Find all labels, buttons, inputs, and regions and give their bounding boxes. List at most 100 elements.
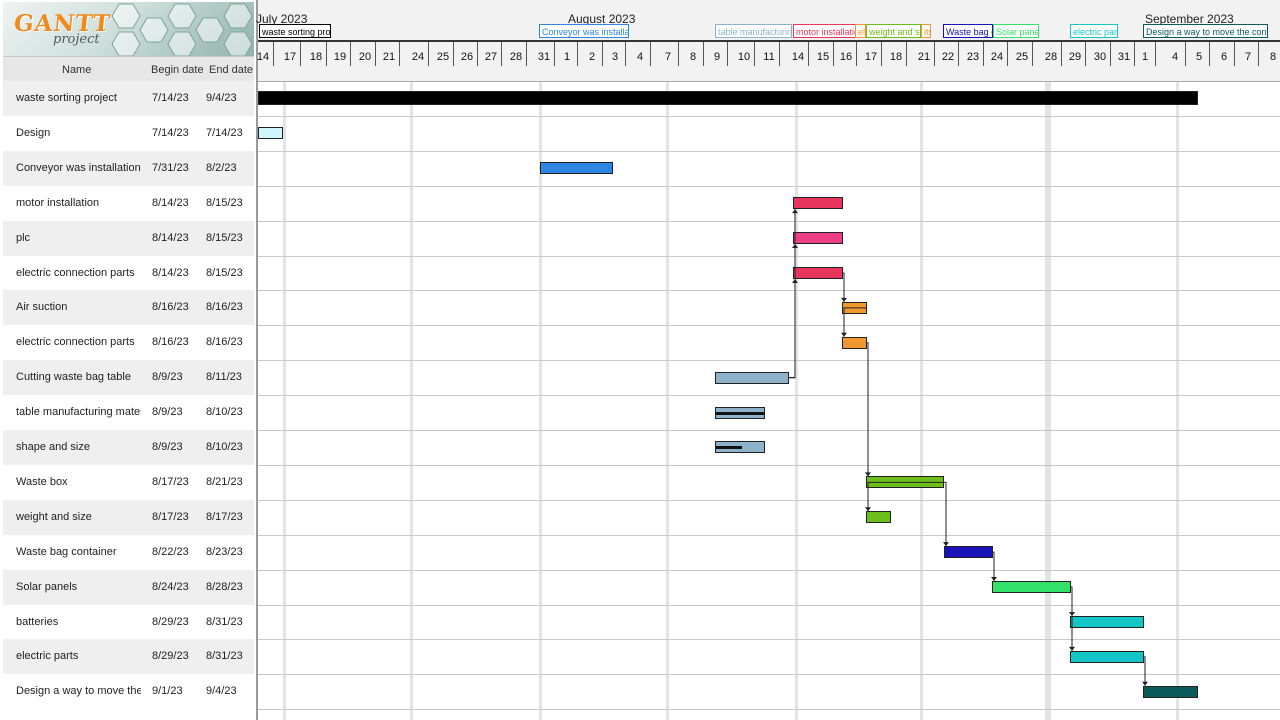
column-header-end-date[interactable]: End date bbox=[209, 64, 253, 76]
task-row[interactable]: batteries 8/29/23 8/31/23 bbox=[3, 605, 254, 640]
task-end-cell: 8/11/23 bbox=[206, 371, 242, 384]
task-begin-cell: 8/17/23 bbox=[152, 510, 189, 523]
column-header-row: Name Begin date End date bbox=[3, 56, 254, 83]
task-begin-cell: 8/14/23 bbox=[152, 266, 189, 279]
task-name-cell: Design bbox=[16, 126, 51, 139]
task-name-cell: Design a way to move the co... bbox=[16, 685, 141, 698]
task-begin-cell: 8/29/23 bbox=[152, 615, 189, 628]
task-begin-cell: 7/14/23 bbox=[152, 126, 189, 139]
dependency-links bbox=[789, 209, 1148, 686]
hexagon-pattern-icon bbox=[111, 3, 253, 56]
task-end-cell: 8/28/23 bbox=[206, 580, 243, 593]
task-name-cell: Waste bag container bbox=[16, 545, 117, 558]
task-begin-cell: 8/16/23 bbox=[152, 336, 189, 349]
task-name-cell: Solar panels bbox=[16, 580, 78, 593]
task-end-cell: 8/15/23 bbox=[206, 196, 243, 209]
task-row[interactable]: Cutting waste bag table 8/9/23 8/11/23 bbox=[3, 360, 254, 396]
logo-subtitle: project bbox=[53, 32, 100, 47]
task-begin-cell: 7/31/23 bbox=[152, 161, 189, 174]
task-begin-cell: 7/14/23 bbox=[152, 92, 189, 104]
column-header-begin-date[interactable]: Begin date bbox=[151, 64, 204, 76]
task-row[interactable]: Conveyor was installation 7/31/23 8/2/23 bbox=[3, 150, 254, 186]
dependency-arrowhead bbox=[865, 472, 871, 477]
task-name-cell: Waste box bbox=[16, 475, 68, 488]
dependency-link[interactable] bbox=[993, 551, 995, 582]
task-row[interactable]: weight and size 8/17/23 8/17/23 bbox=[3, 499, 254, 535]
task-end-cell: 8/31/23 bbox=[206, 615, 243, 628]
task-name-cell: waste sorting project bbox=[16, 92, 117, 104]
task-end-cell: 8/10/23 bbox=[206, 406, 243, 419]
task-begin-cell: 8/9/23 bbox=[152, 406, 183, 419]
column-header-name[interactable]: Name bbox=[62, 64, 91, 76]
dependency-link[interactable] bbox=[944, 481, 947, 547]
dependency-link[interactable] bbox=[789, 278, 796, 379]
task-row[interactable]: Design a way to move the co... 9/1/23 9/4/… bbox=[3, 674, 254, 709]
task-begin-cell: 8/22/23 bbox=[152, 545, 189, 558]
task-row[interactable]: Waste box 8/17/23 8/21/23 bbox=[3, 465, 254, 500]
dependency-arrowhead bbox=[943, 542, 949, 547]
dependency-link[interactable] bbox=[1071, 586, 1073, 651]
dependency-link[interactable] bbox=[867, 481, 944, 512]
task-table: GANTT project Name Begin date End date w… bbox=[0, 0, 256, 720]
task-row[interactable]: shape and size 8/9/23 8/10/23 bbox=[3, 430, 254, 465]
dependency-link[interactable] bbox=[843, 272, 845, 302]
task-name-cell: Cutting waste bag table bbox=[16, 371, 131, 384]
task-row[interactable]: plc 8/14/23 8/15/23 bbox=[3, 220, 254, 256]
dependency-link[interactable] bbox=[789, 244, 796, 379]
task-name-cell: shape and size bbox=[16, 441, 90, 453]
dependency-arrowhead bbox=[841, 297, 847, 302]
dependency-arrowhead bbox=[792, 209, 798, 214]
task-end-cell: 8/15/23 bbox=[206, 231, 243, 244]
task-begin-cell: 8/16/23 bbox=[152, 301, 189, 314]
dependency-arrowhead bbox=[841, 332, 847, 337]
task-row[interactable]: Waste bag container 8/22/23 8/23/23 bbox=[3, 535, 254, 570]
task-name-cell: weight and size bbox=[16, 510, 92, 523]
task-end-cell: 8/16/23 bbox=[206, 301, 243, 314]
task-end-cell: 7/14/23 bbox=[206, 126, 243, 139]
task-row[interactable]: table manufacturing materials 8/9/23 8/10/… bbox=[3, 395, 254, 430]
dependency-arrowhead bbox=[1069, 646, 1075, 651]
task-name-cell: motor installation bbox=[16, 196, 100, 209]
ganttproject-logo: GANTT project bbox=[3, 2, 254, 56]
dependency-arrowhead bbox=[792, 278, 798, 283]
task-name-cell: batteries bbox=[16, 615, 59, 628]
dependency-arrowhead bbox=[792, 244, 798, 249]
dependency-arrowhead bbox=[991, 577, 997, 582]
task-begin-cell: 8/9/23 bbox=[152, 371, 183, 384]
task-end-cell: 9/4/23 bbox=[206, 92, 237, 104]
dependency-link[interactable] bbox=[867, 342, 869, 477]
dependency-link[interactable] bbox=[789, 209, 796, 379]
task-name-cell: Air suction bbox=[16, 301, 68, 314]
task-begin-cell: 8/9/23 bbox=[152, 441, 183, 453]
task-row[interactable]: electric connection parts 8/16/23 8/16/23 bbox=[3, 325, 254, 360]
task-end-cell: 8/31/23 bbox=[206, 650, 243, 663]
task-end-cell: 9/4/23 bbox=[206, 685, 237, 698]
task-end-cell: 8/17/23 bbox=[206, 510, 243, 523]
task-row[interactable]: waste sorting project 7/14/23 9/4/23 bbox=[3, 81, 254, 116]
task-row[interactable]: Solar panels 8/24/23 8/28/23 bbox=[3, 569, 254, 605]
dependency-arrowhead bbox=[1142, 681, 1148, 686]
task-name-cell: table manufacturing materials bbox=[16, 406, 141, 419]
dependency-link[interactable] bbox=[843, 307, 867, 337]
task-row[interactable]: Air suction 8/16/23 8/16/23 bbox=[3, 290, 254, 326]
task-end-cell: 8/23/23 bbox=[206, 545, 243, 558]
task-end-cell: 8/2/23 bbox=[206, 161, 237, 174]
gantt-chart: July 2023 August 2023 September 2023 14 17 18… bbox=[256, 0, 1280, 720]
task-begin-cell: 8/29/23 bbox=[152, 650, 189, 663]
task-begin-cell: 8/17/23 bbox=[152, 475, 189, 488]
task-end-cell: 8/21/23 bbox=[206, 475, 243, 488]
task-name-cell: electric parts bbox=[16, 650, 79, 663]
task-name-cell: Conveyor was installation bbox=[16, 161, 141, 174]
task-row[interactable]: motor installation 8/14/23 8/15/23 bbox=[3, 186, 254, 221]
task-name-cell: plc bbox=[16, 231, 31, 244]
task-row[interactable]: electric parts 8/29/23 8/31/23 bbox=[3, 639, 254, 675]
task-begin-cell: 8/14/23 bbox=[152, 196, 189, 209]
task-begin-cell: 8/24/23 bbox=[152, 580, 189, 593]
task-row[interactable]: Design 7/14/23 7/14/23 bbox=[3, 116, 254, 151]
task-row[interactable]: electric connection parts 8/14/23 8/15/23 bbox=[3, 256, 254, 291]
task-begin-cell: 8/14/23 bbox=[152, 231, 189, 244]
dependency-link[interactable] bbox=[1144, 656, 1146, 686]
task-name-cell: electric connection parts bbox=[16, 266, 135, 279]
task-end-cell: 8/15/23 bbox=[206, 266, 243, 279]
task-end-cell: 8/16/23 bbox=[206, 336, 243, 349]
